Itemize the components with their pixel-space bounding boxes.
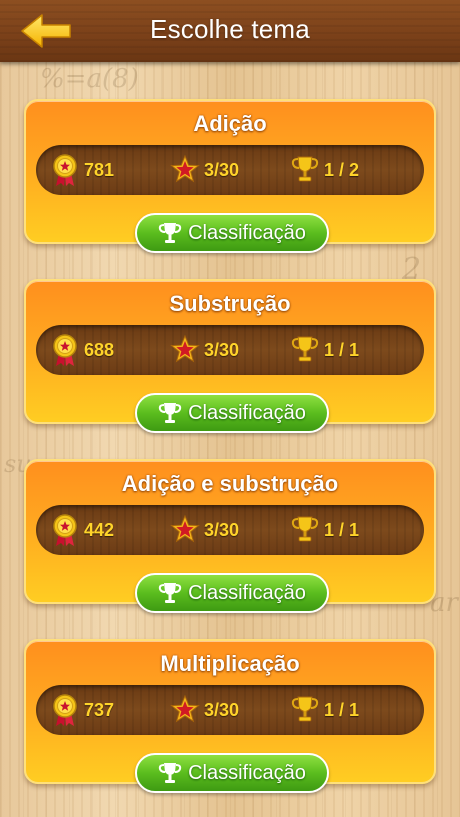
trophy-icon: [291, 336, 319, 362]
trophies-stat: 1 / 1: [290, 505, 359, 555]
points-value: 688: [84, 339, 115, 360]
topic-stats-bar: 442 3/30 1 / 1: [36, 505, 424, 555]
trophies-value: 1 / 1: [324, 339, 360, 360]
page-title: Escolhe tema: [150, 14, 310, 44]
topic-card-multiplication: Multiplicação 737 3/30 1 / 1 Classificaç…: [24, 639, 436, 793]
stars-stat: 3/30: [170, 145, 239, 195]
ranking-button-label: Classificação: [188, 761, 306, 784]
topic-title: Adição e substrução: [121, 471, 339, 496]
trophies-stat: 1 / 1: [290, 685, 359, 735]
trophies-value: 1 / 2: [324, 159, 360, 180]
points-stat: 781: [50, 145, 114, 195]
trophies-value: 1 / 1: [324, 519, 360, 540]
trophy-icon: [291, 516, 319, 542]
medal-icon: [53, 514, 77, 546]
topic-stats-bar: 737 3/30 1 / 1: [36, 685, 424, 735]
points-value: 737: [84, 699, 115, 720]
stars-value: 3/30: [204, 159, 240, 180]
ranking-button[interactable]: Classificação: [135, 213, 329, 253]
star-icon: [170, 514, 200, 543]
medal-icon: [53, 334, 77, 366]
chalk-scribble: %=a(8): [40, 64, 139, 94]
topic-title: Substrução: [169, 291, 291, 316]
trophy-icon: [291, 156, 319, 182]
medal-icon: [53, 154, 77, 186]
ranking-button-label: Classificação: [188, 221, 306, 244]
topic-card-subtraction: Substrução 688 3/30 1 / 1 Classificação: [24, 279, 436, 433]
stars-value: 3/30: [204, 339, 240, 360]
stars-value: 3/30: [204, 519, 240, 540]
topic-stats-bar: 781 3/30 1 / 2: [36, 145, 424, 195]
star-icon: [170, 334, 200, 363]
points-stat: 737: [50, 685, 114, 735]
header-bar: Escolhe tema: [0, 0, 460, 62]
trophies-stat: 1 / 2: [290, 145, 359, 195]
points-value: 442: [84, 519, 115, 540]
trophies-value: 1 / 1: [324, 699, 360, 720]
trophies-stat: 1 / 1: [290, 325, 359, 375]
trophy-icon: [158, 763, 182, 783]
trophy-icon: [291, 696, 319, 722]
stars-stat: 3/30: [170, 685, 239, 735]
topic-card-addition: Adição 781 3/30 1 / 2 Classificação: [24, 99, 436, 253]
topic-title: Multiplicação: [160, 651, 300, 676]
stars-stat: 3/30: [170, 505, 239, 555]
trophy-icon: [158, 583, 182, 603]
topic-stats-bar: 688 3/30 1 / 1: [36, 325, 424, 375]
ranking-button[interactable]: Classificação: [135, 573, 329, 613]
trophy-icon: [158, 223, 182, 243]
trophy-icon: [158, 403, 182, 423]
stars-value: 3/30: [204, 699, 240, 720]
ranking-button-label: Classificação: [188, 581, 306, 604]
topic-title: Adição: [193, 111, 267, 136]
topic-card-addition-subtraction: Adição e substrução 442 3/30 1 / 1 Class…: [24, 459, 436, 613]
star-icon: [170, 694, 200, 723]
star-icon: [170, 154, 200, 183]
points-value: 781: [84, 159, 115, 180]
points-stat: 442: [50, 505, 114, 555]
ranking-button[interactable]: Classificação: [135, 753, 329, 793]
medal-icon: [53, 694, 77, 726]
points-stat: 688: [50, 325, 114, 375]
stars-stat: 3/30: [170, 325, 239, 375]
ranking-button[interactable]: Classificação: [135, 393, 329, 433]
ranking-button-label: Classificação: [188, 401, 306, 424]
